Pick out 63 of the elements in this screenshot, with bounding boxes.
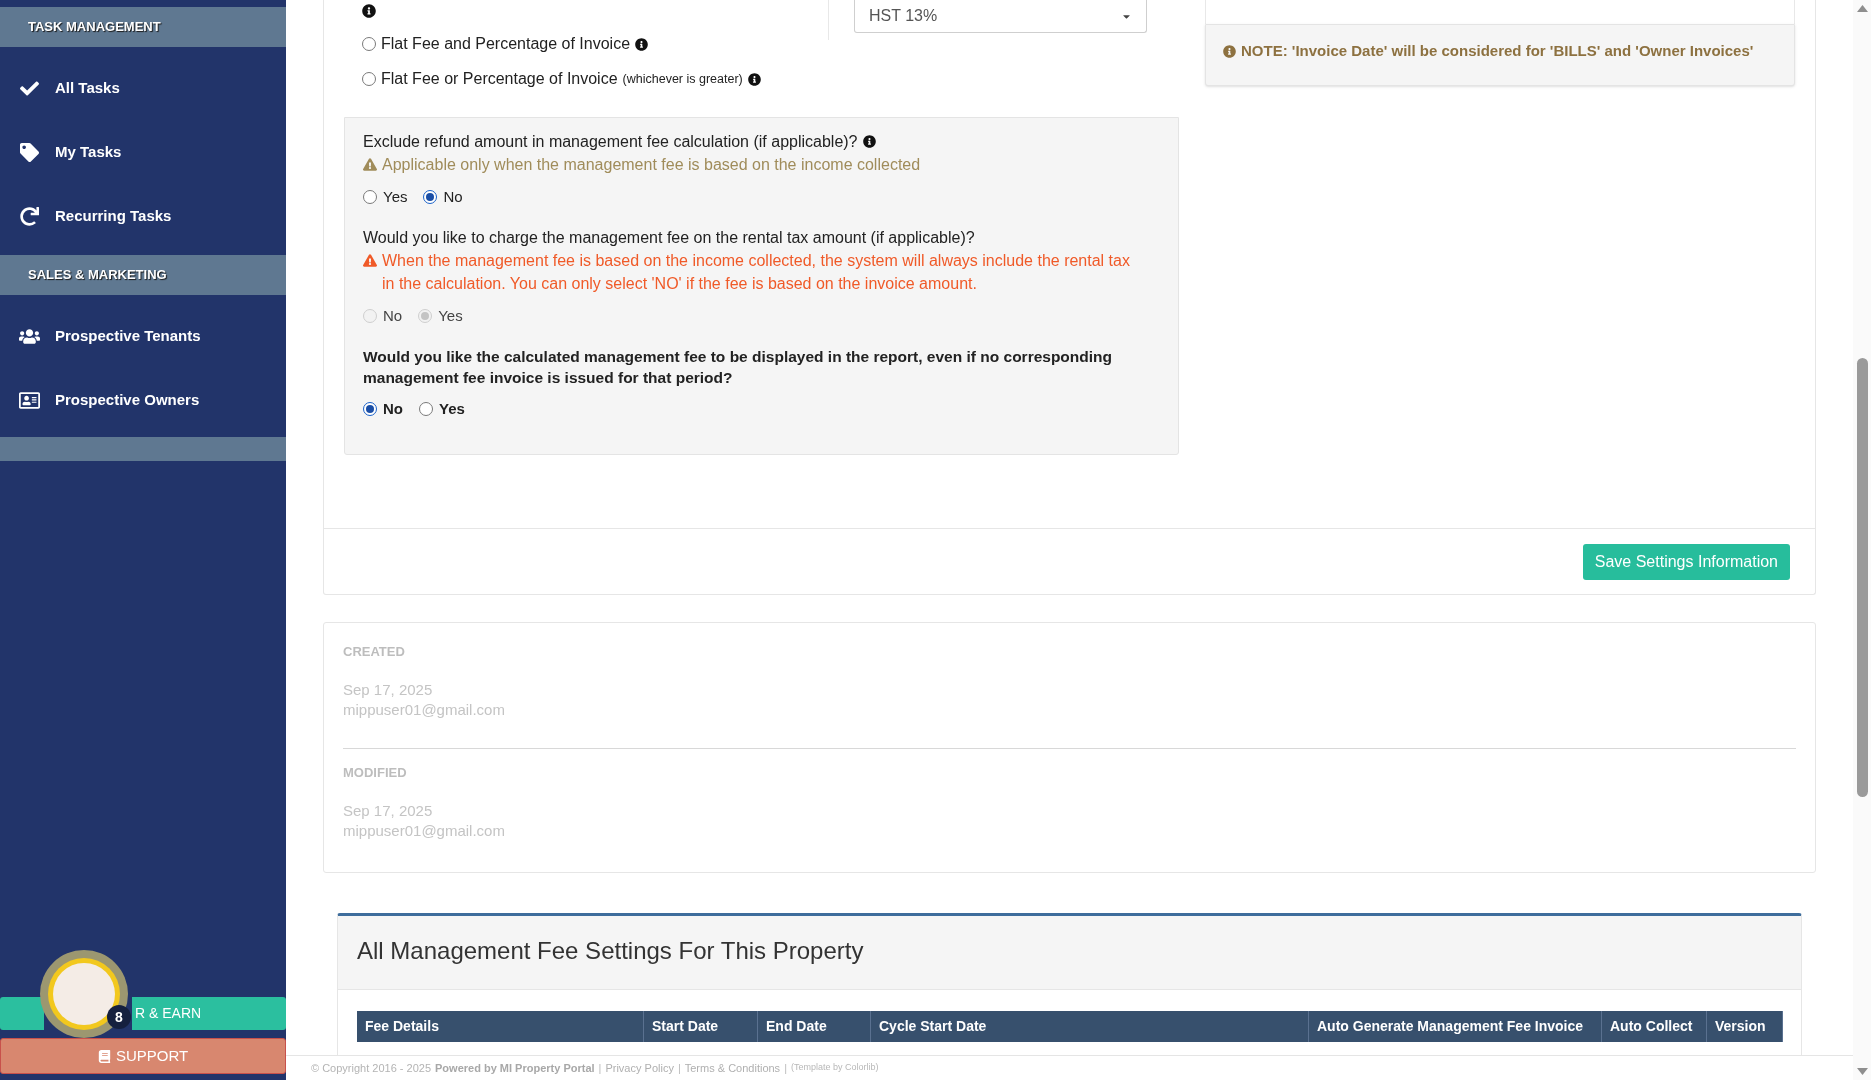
question-text: Would you like the calculated management fee to be displayed in the report, even if no corresponding management fee invoice is issued for that period? <box>363 348 1113 386</box>
radio-label: Flat Fee and Percentage of Invoice <box>381 34 631 54</box>
scroll-down-arrow-icon[interactable] <box>1856 1068 1868 1075</box>
radio-label: No <box>383 398 403 419</box>
question-text: Would you like to charge the management fee on the rental tax amount (if applicable)? <box>363 229 975 246</box>
book-icon <box>97 1049 111 1063</box>
tax-select[interactable]: HST 13% <box>854 0 1147 33</box>
column-header: Start Date <box>644 1011 758 1042</box>
sidebar-item[interactable]: Prospective Tenants <box>0 304 286 368</box>
sidebar-section-header: TASK MANAGEMENT <box>0 7 286 47</box>
radio-button[interactable] <box>362 37 376 51</box>
tag-icon <box>19 142 40 162</box>
separator-text: | <box>598 1060 602 1076</box>
radio-button[interactable] <box>363 402 377 416</box>
powered-by-text: Powered by MI Property Portal <box>435 1060 595 1076</box>
card-title: All Management Fee Settings For This Property <box>357 935 864 966</box>
check-icon <box>19 78 40 98</box>
template-credit-text: (Template by Colorlib) <box>791 1061 879 1075</box>
column-header: Fee Details <box>357 1011 644 1042</box>
radio-label: Yes <box>383 186 408 207</box>
scrollbar-thumb[interactable] <box>1856 358 1868 797</box>
warning-text: When the management fee is based on the income collected, the system will always include the rental tax in the calculation. You can only select 'NO' if the fee is based on the invoice amount. <box>382 251 1131 294</box>
id-card-icon <box>19 390 40 410</box>
sidebar-section-header: SALES & MARKETING <box>0 255 286 295</box>
radio-label: Flat Fee or Percentage of Invoice <box>381 69 618 89</box>
radio-label: Yes <box>438 305 463 326</box>
sidebar-item[interactable]: All Tasks <box>0 56 286 120</box>
info-icon <box>1223 44 1236 58</box>
note-text: NOTE: 'Invoice Date' will be considered for 'BILLS' and 'Owner Invoices' <box>1241 40 1754 61</box>
audit-label: MODIFIED <box>343 764 408 782</box>
radio-label: Yes <box>439 398 465 419</box>
audit-date: Sep 17, 2025 <box>343 801 434 821</box>
column-header: Cycle Start Date <box>871 1011 1309 1042</box>
radio-button[interactable] <box>423 190 438 204</box>
separator-text: | <box>784 1060 787 1076</box>
radio-button[interactable] <box>362 72 376 86</box>
sidebar-item[interactable]: My Tasks <box>0 120 286 184</box>
radio-label: No <box>443 186 463 207</box>
copyright-text: © Copyright 2016 - 2025 <box>311 1060 431 1076</box>
audit-label: CREATED <box>343 643 406 661</box>
audit-user-email: mippuser01@gmail.com <box>343 821 506 841</box>
column-header: Version <box>1707 1011 1783 1042</box>
column-header: End Date <box>758 1011 871 1042</box>
warning-icon <box>363 254 377 267</box>
warning-text: Applicable only when the management fee is based on the income collected <box>382 155 921 175</box>
column-header: Auto Generate Management Fee Invoice <box>1309 1011 1602 1042</box>
sidebar-item[interactable]: Recurring Tasks <box>0 184 286 248</box>
warning-icon <box>363 158 377 171</box>
radio-button[interactable] <box>363 190 377 204</box>
info-icon <box>362 4 376 18</box>
notification-badge: 8 <box>107 1005 131 1029</box>
refresh-icon <box>19 206 40 226</box>
audit-date: Sep 17, 2025 <box>343 680 434 700</box>
sidebar-item[interactable]: Prospective Owners <box>0 368 286 432</box>
radio-label: No <box>383 305 403 326</box>
audit-user-email: mippuser01@gmail.com <box>343 700 506 720</box>
users-icon <box>19 326 40 346</box>
radio-hint: (whichever is greater) <box>622 70 743 88</box>
scroll-up-arrow-icon[interactable] <box>1856 5 1868 12</box>
radio-button[interactable] <box>419 402 433 416</box>
separator-text: | <box>677 1060 681 1076</box>
question-text: Exclude refund amount in management fee calculation (if applicable)? <box>363 133 858 150</box>
column-header: Auto Collect <box>1602 1011 1707 1042</box>
